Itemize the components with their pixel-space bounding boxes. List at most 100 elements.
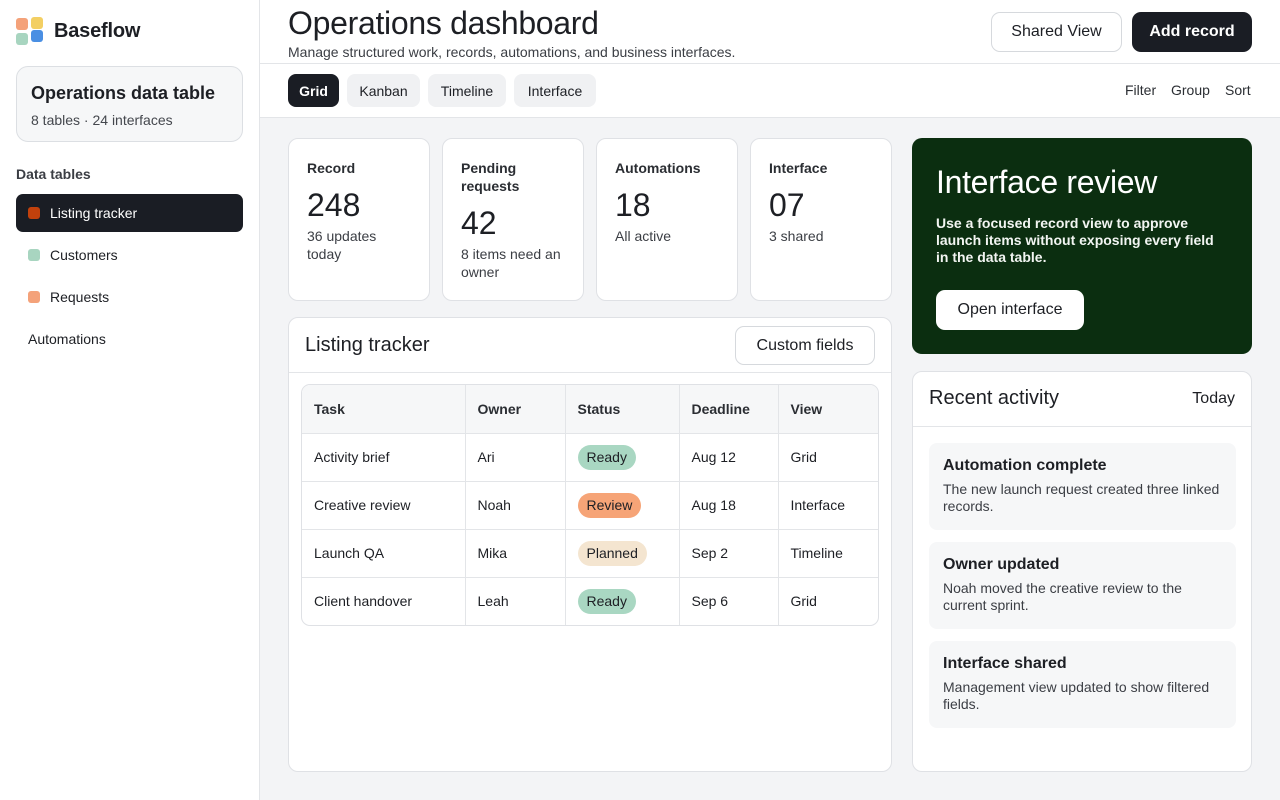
stat-value: 42 bbox=[461, 205, 497, 241]
column-header-deadline[interactable]: Deadline bbox=[679, 385, 779, 434]
view-cell[interactable]: Grid bbox=[778, 577, 878, 625]
status-badge: Planned bbox=[577, 540, 647, 566]
activity-header: Recent activity Today bbox=[913, 372, 1251, 427]
shared-view-button[interactable]: Shared View bbox=[991, 12, 1122, 52]
open-interface-button[interactable]: Open interface bbox=[936, 290, 1084, 330]
workspace-title: Operations data table bbox=[31, 83, 216, 103]
brand-name: Baseflow bbox=[54, 19, 141, 42]
workspace-subtitle: 8 tables · 24 interfaces bbox=[31, 112, 173, 128]
stat-label: Record bbox=[307, 160, 356, 176]
add-record-button[interactable]: Add record bbox=[1132, 12, 1252, 52]
table-color-icon bbox=[28, 291, 40, 303]
sidebar-item-label: Listing tracker bbox=[50, 205, 138, 221]
tab-grid[interactable]: Grid bbox=[288, 74, 339, 107]
listing-tracker-card: Listing tracker Custom fields Task Owner… bbox=[288, 317, 892, 772]
task-cell[interactable]: Activity brief bbox=[302, 433, 466, 482]
deadline-cell[interactable]: Sep 2 bbox=[679, 529, 779, 578]
status-cell[interactable]: Ready bbox=[565, 577, 680, 625]
hero-body: Use a focused record view to approve lau… bbox=[936, 215, 1214, 265]
tab-kanban[interactable]: Kanban bbox=[347, 74, 420, 107]
sidebar-item-label: Customers bbox=[50, 247, 118, 263]
activity-item-title: Interface shared bbox=[943, 655, 1067, 672]
status-cell[interactable]: Planned bbox=[565, 529, 680, 578]
sidebar-item-label: Requests bbox=[50, 289, 110, 305]
activity-item-title: Automation complete bbox=[943, 457, 1107, 474]
sidebar-item-automations[interactable]: Automations bbox=[16, 320, 243, 358]
column-header-owner[interactable]: Owner bbox=[465, 385, 566, 434]
stat-note: All active bbox=[615, 228, 672, 244]
activity-item[interactable]: Automation complete The new launch reque… bbox=[929, 443, 1236, 530]
status-badge: Review bbox=[577, 492, 642, 518]
stat-value: 18 bbox=[615, 187, 651, 223]
page-header: Operations dashboard Manage structured w… bbox=[260, 0, 1280, 64]
activity-title: Recent activity bbox=[929, 387, 1060, 409]
table-title: Listing tracker bbox=[305, 334, 430, 356]
recent-activity-card: Recent activity Today Automation complet… bbox=[912, 371, 1252, 772]
baseflow-logo-icon bbox=[16, 17, 44, 45]
activity-item-title: Owner updated bbox=[943, 556, 1060, 573]
group-button[interactable]: Group bbox=[1171, 82, 1210, 98]
filter-button[interactable]: Filter bbox=[1125, 82, 1156, 98]
table-row[interactable]: Launch QA Mika Planned Sep 2 Timeline bbox=[302, 529, 878, 578]
table-color-icon bbox=[28, 207, 40, 219]
task-cell[interactable]: Client handover bbox=[302, 577, 466, 625]
activity-item[interactable]: Interface shared Management view updated… bbox=[929, 641, 1236, 728]
hero-title: Interface review bbox=[936, 164, 1158, 200]
view-cell[interactable]: Timeline bbox=[778, 529, 878, 578]
column-header-status[interactable]: Status bbox=[565, 385, 680, 434]
owner-cell[interactable]: Noah bbox=[465, 481, 566, 530]
task-cell[interactable]: Creative review bbox=[302, 481, 466, 530]
stat-card-interface: Interface 07 3 shared bbox=[750, 138, 892, 301]
sidebar-item-customers[interactable]: Customers bbox=[16, 236, 243, 274]
stat-note: 36 updates today bbox=[307, 228, 377, 262]
view-tabbar: Grid Kanban Timeline Interface Filter Gr… bbox=[260, 64, 1280, 118]
table-row[interactable]: Client handover Leah Ready Sep 6 Grid bbox=[302, 577, 878, 625]
stat-value: 248 bbox=[307, 187, 361, 223]
stat-card-pending-requests: Pending requests 42 8 items need an owne… bbox=[442, 138, 584, 301]
task-cell[interactable]: Launch QA bbox=[302, 529, 466, 578]
page-title: Operations dashboard bbox=[288, 5, 599, 41]
tab-timeline[interactable]: Timeline bbox=[428, 74, 506, 107]
sidebar-item-listing-tracker[interactable]: Listing tracker bbox=[16, 194, 243, 232]
stat-label: Interface bbox=[769, 160, 828, 176]
workspace-card[interactable]: Operations data table 8 tables · 24 inte… bbox=[16, 66, 243, 142]
stat-label: Automations bbox=[615, 160, 701, 176]
view-cell[interactable]: Interface bbox=[778, 481, 878, 530]
status-badge: Ready bbox=[577, 444, 636, 470]
table-color-icon bbox=[28, 249, 40, 261]
stat-card-automations: Automations 18 All active bbox=[596, 138, 738, 301]
brand[interactable]: Baseflow bbox=[16, 16, 243, 46]
sidebar: Baseflow Operations data table 8 tables … bbox=[0, 0, 260, 800]
column-header-task[interactable]: Task bbox=[302, 385, 466, 434]
deadline-cell[interactable]: Aug 18 bbox=[679, 481, 779, 530]
status-cell[interactable]: Ready bbox=[565, 433, 680, 482]
activity-item[interactable]: Owner updated Noah moved the creative re… bbox=[929, 542, 1236, 629]
activity-date-label: Today bbox=[1192, 390, 1235, 407]
deadline-cell[interactable]: Sep 6 bbox=[679, 577, 779, 625]
table-row[interactable]: Activity brief Ari Ready Aug 12 Grid bbox=[302, 433, 878, 482]
sidebar-item-requests[interactable]: Requests bbox=[16, 278, 243, 316]
activity-item-body: Management view updated to show filtered… bbox=[943, 679, 1210, 712]
table-card-header: Listing tracker Custom fields bbox=[289, 318, 891, 373]
interface-review-card: Interface review Use a focused record vi… bbox=[912, 138, 1252, 354]
view-cell[interactable]: Grid bbox=[778, 433, 878, 482]
owner-cell[interactable]: Leah bbox=[465, 577, 566, 625]
sidebar-nav: Listing tracker Customers Requests Autom… bbox=[16, 194, 243, 358]
column-header-view[interactable]: View bbox=[778, 385, 878, 434]
table-row[interactable]: Creative review Noah Review Aug 18 Inter… bbox=[302, 481, 878, 530]
stat-label: Pending requests bbox=[461, 160, 520, 194]
custom-fields-button[interactable]: Custom fields bbox=[735, 326, 875, 365]
stat-value: 07 bbox=[769, 187, 805, 223]
tab-interface[interactable]: Interface bbox=[514, 74, 596, 107]
owner-cell[interactable]: Ari bbox=[465, 433, 566, 482]
deadline-cell[interactable]: Aug 12 bbox=[679, 433, 779, 482]
stat-card-record: Record 248 36 updates today bbox=[288, 138, 430, 301]
status-badge: Ready bbox=[577, 588, 636, 614]
stat-note: 3 shared bbox=[769, 228, 824, 244]
page-subtitle: Manage structured work, records, automat… bbox=[288, 44, 736, 60]
sort-button[interactable]: Sort bbox=[1225, 82, 1251, 98]
activity-item-body: Noah moved the creative review to the cu… bbox=[943, 580, 1182, 613]
owner-cell[interactable]: Mika bbox=[465, 529, 566, 578]
status-cell[interactable]: Review bbox=[565, 481, 680, 530]
activity-item-body: The new launch request created three lin… bbox=[943, 481, 1220, 514]
